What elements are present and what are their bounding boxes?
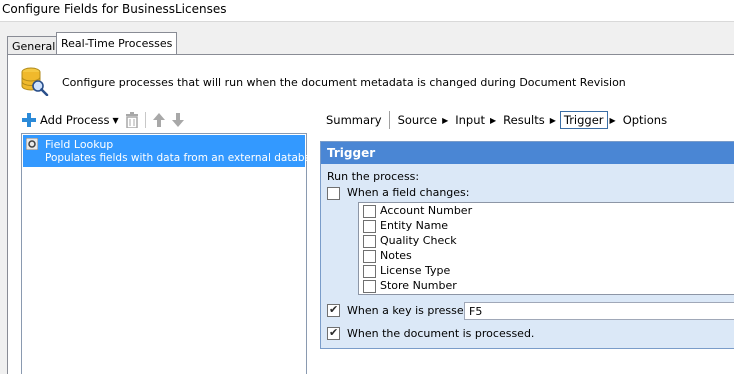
field-label: Account Number (380, 204, 473, 217)
field-checkbox[interactable] (363, 235, 376, 248)
field-change-checkbox[interactable] (327, 187, 340, 200)
step-results[interactable]: Results (500, 112, 548, 128)
step-summary[interactable]: Summary (323, 112, 385, 128)
trigger-header: Trigger (321, 142, 734, 164)
doc-processed-label: When the document is processed. (347, 327, 535, 340)
field-checkbox[interactable] (363, 220, 376, 233)
arrow-down-icon[interactable] (171, 113, 185, 127)
step-arrow-icon: ▶ (609, 115, 616, 125)
tab-real-time-processes[interactable]: Real-Time Processes (56, 32, 178, 55)
tab-general[interactable]: General (7, 36, 60, 54)
step-arrow-icon: ▶ (442, 115, 449, 125)
page-description: Configure processes that will run when t… (62, 76, 626, 89)
step-arrow-icon: ▶ (490, 115, 497, 125)
field-checkbox[interactable] (363, 280, 376, 293)
key-input[interactable]: F5 (464, 302, 734, 320)
field-label: Quality Check (380, 234, 457, 247)
trigger-section: Trigger Run the process: When a field ch… (320, 141, 734, 349)
step-trigger[interactable]: Trigger (559, 111, 608, 129)
step-separator (388, 111, 390, 129)
toolbar-separator (144, 112, 146, 128)
add-process-button[interactable]: Add Process (40, 113, 110, 127)
doc-processed-checkbox[interactable] (327, 326, 340, 340)
field-change-label: When a field changes: (347, 186, 470, 199)
run-process-label: Run the process: (327, 170, 420, 183)
trash-icon[interactable] (125, 112, 139, 128)
wizard-steps: Summary Source ▶ Input ▶ Results ▶ Trigg… (323, 110, 670, 130)
database-search-icon (21, 67, 49, 96)
field-label: Notes (380, 249, 412, 262)
step-arrow-icon: ▶ (549, 115, 556, 125)
key-pressed-label: When a key is pressed: (347, 304, 475, 317)
step-input[interactable]: Input (452, 112, 488, 128)
step-source[interactable]: Source (395, 112, 441, 128)
lookup-icon (26, 138, 38, 150)
process-description: Populates fields with data from an exter… (45, 152, 327, 164)
arrow-up-icon[interactable] (152, 113, 166, 127)
process-list[interactable]: Field Lookup Populates fields with data … (21, 133, 326, 374)
process-toolbar: Add Process ▼ (22, 111, 190, 129)
dropdown-caret-icon[interactable]: ▼ (113, 116, 119, 125)
key-pressed-checkbox[interactable] (327, 303, 340, 317)
process-name: Field Lookup (45, 138, 114, 151)
field-checkbox[interactable] (363, 250, 376, 263)
field-checkbox[interactable] (363, 265, 376, 278)
title-bar: Configure Fields for BusinessLicenses (0, 0, 734, 22)
field-checkbox[interactable] (363, 205, 376, 218)
field-label: License Type (380, 264, 451, 277)
window-title: Configure Fields for BusinessLicenses (2, 2, 227, 16)
plus-icon[interactable] (22, 113, 36, 127)
list-item[interactable]: Field Lookup Populates fields with data … (23, 135, 326, 167)
step-options[interactable]: Options (620, 112, 670, 128)
field-list: Account Number Entity Name Quality Check… (358, 202, 734, 295)
field-label: Entity Name (380, 219, 449, 232)
field-label: Store Number (380, 279, 457, 292)
